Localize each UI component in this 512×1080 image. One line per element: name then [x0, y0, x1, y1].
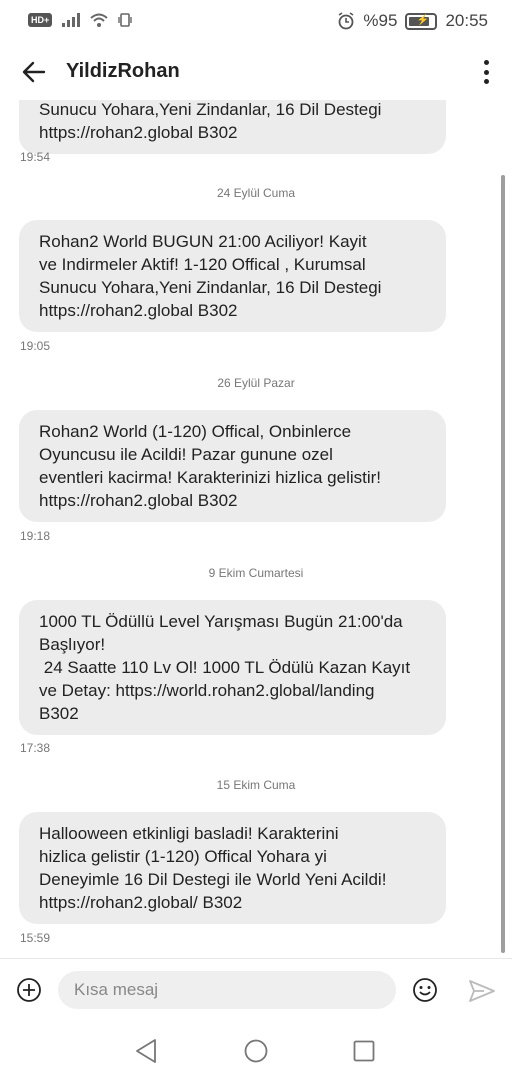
message-time: 19:18	[20, 529, 51, 543]
clock: 20:55	[445, 11, 488, 30]
message-thread[interactable]: Rohan2 World BUGUN 21:00 Aciliyor! Kayit…	[0, 100, 512, 958]
system-nav-bar	[0, 1022, 512, 1080]
message-bubble[interactable]: Rohan2 World (1-120) Offical, Onbinlerce…	[19, 410, 446, 522]
wifi-icon	[90, 13, 108, 27]
app-bar: YildizRohan	[0, 44, 512, 100]
nav-recents-icon[interactable]	[353, 1040, 375, 1062]
status-bar: HD+ %95 ⚡ 20:55	[0, 0, 512, 44]
message-input[interactable]	[58, 971, 396, 1009]
nav-back-icon[interactable]	[134, 1038, 158, 1064]
message-bubble[interactable]: Rohan2 World BUGUN 21:00 Aciliyor! Kayit…	[19, 220, 446, 332]
message-bubble[interactable]: Hallooween etkinligi basladi! Karakterin…	[19, 812, 446, 924]
status-left: HD+	[28, 12, 132, 28]
date-separator: 15 Ekim Cuma	[216, 778, 296, 792]
message-time: 17:38	[20, 741, 51, 755]
message-time: 19:05	[20, 339, 51, 353]
vibrate-icon	[118, 13, 132, 27]
conversation-title: YildizRohan	[66, 60, 180, 82]
emoji-icon[interactable]	[412, 977, 438, 1003]
alarm-icon	[338, 12, 354, 30]
back-arrow-icon[interactable]	[20, 58, 48, 86]
date-separator: 26 Eylül Pazar	[217, 376, 295, 390]
date-separator: 24 Eylül Cuma	[216, 186, 296, 200]
scrollbar[interactable]	[501, 175, 505, 953]
more-options-icon[interactable]	[478, 58, 494, 86]
message-bubble[interactable]: 1000 TL Ödüllü Level Yarışması Bugün 21:…	[19, 600, 446, 735]
add-attachment-icon[interactable]	[16, 977, 42, 1003]
hd-badge: HD+	[28, 13, 53, 27]
send-icon[interactable]	[468, 979, 496, 1003]
message-time: 15:59	[20, 931, 51, 945]
status-right: %95 ⚡ 20:55	[337, 11, 488, 31]
message-bubble[interactable]: Rohan2 World BUGUN 21:00 Aciliyor! Kayit…	[19, 100, 446, 154]
composer-bar	[0, 958, 512, 1023]
nav-home-icon[interactable]	[244, 1039, 268, 1063]
signal-icon	[62, 13, 81, 27]
battery-icon: ⚡	[405, 12, 438, 30]
date-separator: 9 Ekim Cumartesi	[208, 566, 304, 580]
battery-percent: %95	[363, 11, 398, 30]
message-time: 19:54	[20, 150, 51, 164]
